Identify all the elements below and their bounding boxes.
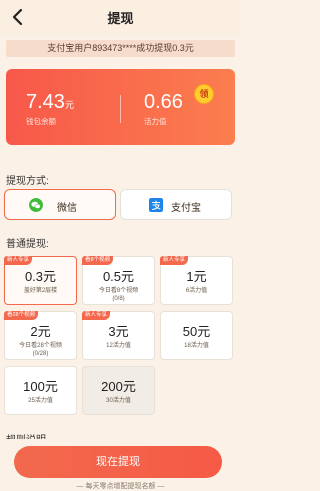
footer-note: — 每天零点增配提现名额 — [76, 483, 165, 490]
claim-badge[interactable]: 领 [194, 84, 214, 104]
tile-desc: 30活力值 [106, 398, 131, 404]
tile-amount: 3元 [108, 324, 129, 339]
tile-desc: 25活力值 [28, 398, 53, 404]
tile-amount: 200元 [101, 379, 136, 394]
alipay-icon [149, 198, 163, 212]
withdraw-option-200[interactable]: 200元 30活力值 [82, 366, 155, 415]
withdraw-option-100[interactable]: 100元 25活力值 [4, 366, 77, 415]
wallet-label: 钱包余额 [26, 117, 56, 126]
tile-progress: (0/8) [112, 296, 125, 302]
tile-amount: 1元 [186, 269, 207, 284]
tile-amount: 50元 [182, 324, 211, 339]
tile-progress: (0/28) [32, 351, 49, 357]
tile-amount: 0.3元 [24, 269, 57, 284]
vitality-label: 活力值 [144, 117, 167, 126]
method-label-wechat: 微信 [57, 203, 77, 214]
withdraw-option-0-5[interactable]: 看8个视频 0.5元 今日看8个视频 (0/8) [82, 256, 155, 305]
tile-tag: 新人专享 [4, 256, 33, 265]
tile-tag: 看28个视频 [4, 311, 39, 320]
header: 提现 [0, 0, 241, 36]
tile-amount: 0.5元 [102, 269, 135, 284]
tile-desc: 18活力值 [184, 343, 209, 349]
tile-desc: 6活力值 [185, 288, 208, 294]
rules-title: 规则说明 [6, 431, 86, 439]
withdraw-option-2[interactable]: 看28个视频 2元 今日看28个视频 (0/28) [4, 311, 77, 360]
withdraw-option-3[interactable]: 新人专享 3元 12活力值 [82, 311, 155, 360]
withdraw-notice: 支付宝用户893473****成功提现0.3元 [6, 40, 235, 57]
wechat-icon [29, 198, 43, 212]
tile-desc: 盖好第2层楼 [23, 288, 58, 294]
balance-divider [120, 95, 121, 123]
tile-desc: 今日看8个视频 [98, 288, 139, 294]
withdraw-option-50[interactable]: 50元 18活力值 [160, 311, 233, 360]
withdraw-option-1[interactable]: 新人专享 1元 6活力值 [160, 256, 233, 305]
tile-desc: 12活力值 [106, 343, 131, 349]
wallet-unit: 元 [64, 100, 74, 110]
tile-amount: 2元 [30, 324, 51, 339]
balance-card: 7.43元 钱包余额 0.66 活力值 领 [6, 69, 235, 145]
method-alipay[interactable]: 支付宝 [120, 189, 232, 220]
withdraw-now-button[interactable]: 现在提现 [14, 446, 222, 478]
wallet-balance: 7.43元 钱包余额 [26, 91, 74, 127]
page-title: 提现 [107, 11, 134, 26]
method-section-title: 提现方式: [6, 176, 49, 187]
method-label-alipay: 支付宝 [171, 203, 201, 214]
method-wechat[interactable]: 微信 [4, 189, 116, 220]
withdraw-option-0-3[interactable]: 新人专享 0.3元 盖好第2层楼 [4, 256, 77, 305]
tile-desc: 今日看28个视频 [19, 343, 62, 349]
tile-tag: 看8个视频 [82, 256, 114, 265]
tile-amount: 100元 [23, 379, 58, 394]
vitality-amount: 0.66 [144, 91, 183, 113]
tile-tag: 新人专享 [82, 311, 111, 320]
normal-section-title: 普通提现: [6, 239, 49, 250]
tile-tag: 新人专享 [160, 256, 189, 265]
wallet-amount: 7.43 [26, 91, 65, 113]
vitality-balance: 0.66 活力值 [144, 91, 183, 127]
